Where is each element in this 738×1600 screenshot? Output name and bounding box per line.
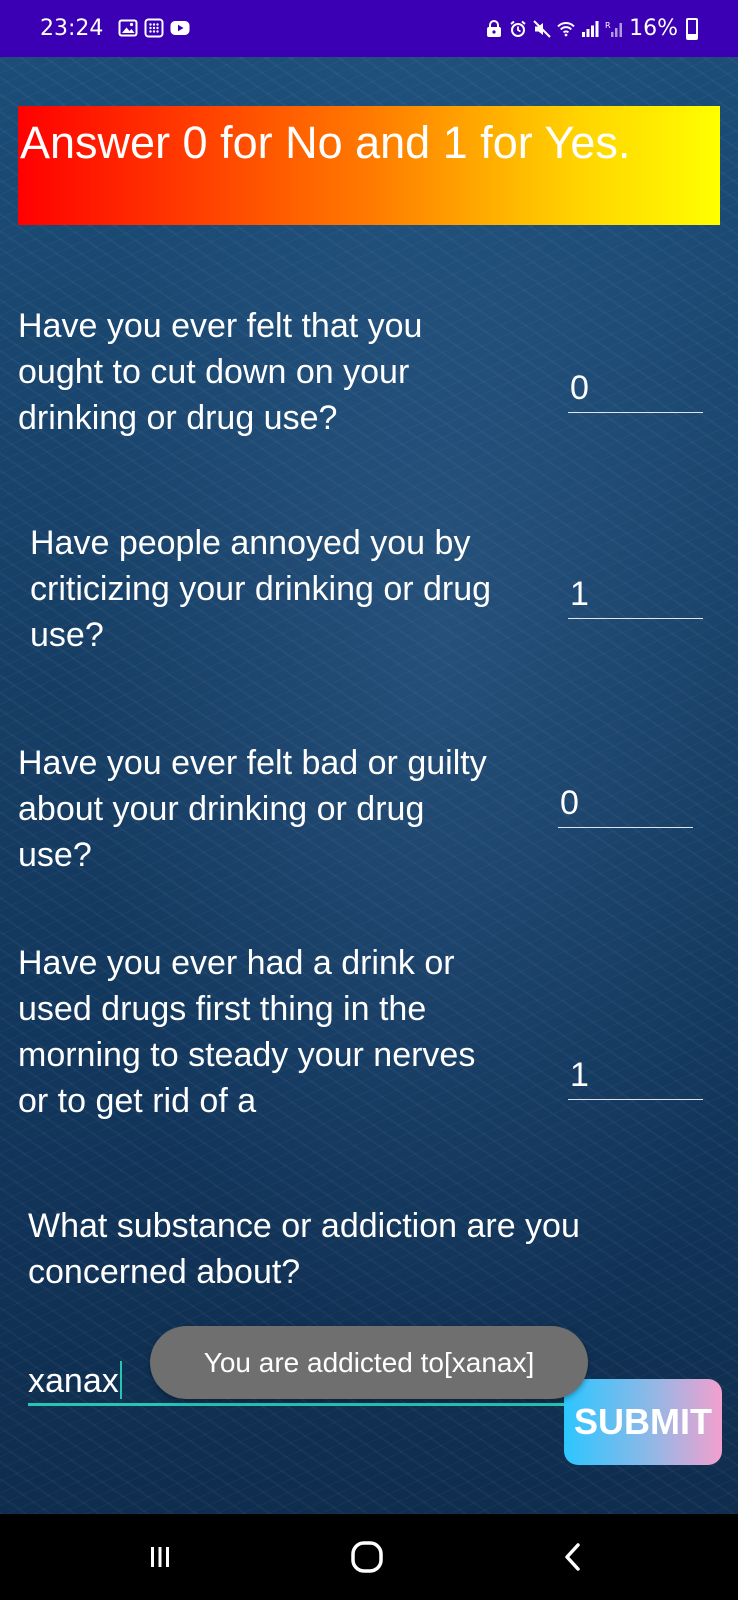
status-right-icons: R 16% bbox=[485, 16, 698, 41]
question-4-text: Have you ever had a drink or used drugs … bbox=[18, 944, 476, 1120]
question-3-answer-value: 0 bbox=[560, 784, 579, 822]
question-1-answer-field[interactable]: 0 bbox=[568, 363, 703, 413]
mute-icon bbox=[533, 19, 551, 38]
concern-question-label: What substance or addiction are you conc… bbox=[28, 1207, 580, 1291]
back-icon bbox=[565, 1543, 580, 1571]
battery-percent: 16% bbox=[629, 16, 678, 41]
back-button[interactable] bbox=[514, 1514, 634, 1600]
question-3-text: Have you ever felt bad or guilty about y… bbox=[18, 744, 487, 874]
wifi-icon bbox=[557, 21, 575, 36]
submit-button[interactable]: SUBMIT bbox=[564, 1379, 722, 1465]
question-4-answer-value: 1 bbox=[570, 1056, 589, 1094]
signal-icon bbox=[582, 20, 599, 37]
youtube-icon bbox=[170, 21, 190, 35]
result-toast: You are addicted to[xanax] bbox=[150, 1326, 588, 1399]
home-icon bbox=[351, 1541, 383, 1573]
gallery-icon bbox=[118, 19, 138, 37]
status-bar: 23:24 R 16% bbox=[0, 0, 738, 57]
svg-text:R: R bbox=[605, 21, 611, 30]
keypad-icon bbox=[144, 18, 164, 38]
substance-input-value: xanax bbox=[28, 1362, 119, 1400]
question-3-answer-field[interactable]: 0 bbox=[558, 778, 693, 828]
question-2-answer-field[interactable]: 1 bbox=[568, 569, 703, 619]
alarm-icon bbox=[510, 20, 526, 37]
status-time: 23:24 bbox=[40, 16, 104, 41]
question-1-text: Have you ever felt that you ought to cut… bbox=[18, 307, 423, 437]
instruction-banner: Answer 0 for No and 1 for Yes. bbox=[18, 106, 720, 225]
question-2-answer-value: 1 bbox=[570, 575, 589, 613]
home-button[interactable] bbox=[307, 1514, 427, 1600]
question-4-row: Have you ever had a drink or used drugs … bbox=[0, 940, 738, 1120]
lock-icon bbox=[487, 19, 502, 37]
roaming-signal-icon: R bbox=[605, 21, 623, 37]
question-4-answer-field[interactable]: 1 bbox=[568, 1050, 703, 1100]
status-left-icons bbox=[118, 18, 190, 38]
app-content: Answer 0 for No and 1 for Yes. Have you … bbox=[0, 57, 738, 1514]
recent-apps-icon bbox=[151, 1547, 169, 1567]
text-cursor bbox=[119, 1361, 122, 1399]
battery-icon bbox=[686, 17, 698, 40]
question-2-text: Have people annoyed you by criticizing y… bbox=[30, 524, 492, 654]
question-1-answer-value: 0 bbox=[570, 369, 589, 407]
navigation-bar bbox=[0, 1514, 738, 1600]
recent-apps-button[interactable] bbox=[100, 1514, 220, 1600]
